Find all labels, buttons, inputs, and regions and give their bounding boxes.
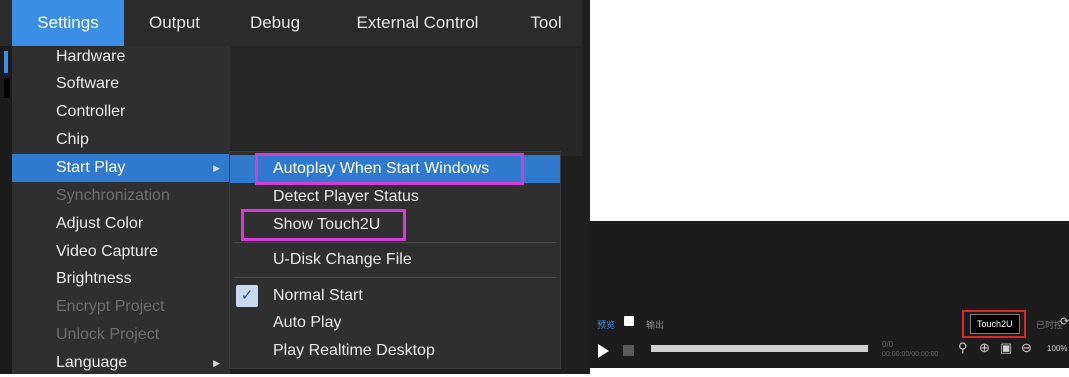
menu-debug[interactable]: Debug [240, 0, 310, 46]
app-window: Settings Output Debug External Control T… [0, 0, 590, 374]
fit-zoom-icon[interactable]: ⚲ [958, 340, 968, 356]
menu-item-chip[interactable]: Chip [12, 126, 230, 154]
menu-separator [234, 277, 556, 278]
submenu-arrow-icon: ▶ [213, 163, 220, 173]
menu-item-start-play[interactable]: Start Play ▶ [12, 154, 230, 182]
menu-item-hardware[interactable]: Hardware [12, 43, 230, 71]
menu-separator [234, 242, 556, 243]
stop-icon[interactable] [623, 345, 634, 356]
refresh-icon[interactable]: ⟳ [1060, 315, 1069, 328]
preview-toggle-icon[interactable] [624, 316, 634, 326]
submenu-item-show-touch2u[interactable]: Show Touch2U [230, 211, 560, 239]
tab-preview[interactable]: 预览 [597, 318, 615, 331]
tab-output[interactable]: 输出 [646, 318, 664, 331]
submenu-item-detect-player-status[interactable]: Detect Player Status [230, 183, 560, 211]
zoom-out-icon[interactable]: ⊖ [1021, 340, 1032, 356]
menu-item-unlock-project: Unlock Project [56, 326, 160, 343]
submenu-item-play-realtime-desktop[interactable]: Play Realtime Desktop [230, 337, 560, 365]
menu-item-language[interactable]: Language ▶ [12, 349, 230, 377]
menu-item-synchronization: Synchronization [56, 187, 170, 204]
timecode: 00:00:00/00:00:00 [882, 351, 939, 358]
menu-item-brightness[interactable]: Brightness [12, 265, 230, 293]
highlight-box-touch2u [962, 310, 1026, 338]
left-panel-edge [0, 46, 12, 374]
menu-external-control[interactable]: External Control [340, 0, 495, 46]
zoom-in-icon[interactable]: ⊕ [979, 340, 990, 356]
selection-marker [4, 51, 8, 73]
panel-marker [4, 78, 10, 98]
menu-item-language-label: Language [56, 354, 128, 371]
menu-tool[interactable]: Tool [516, 0, 576, 46]
settings-dropdown: Hardware Software Controller Chip Start … [12, 46, 230, 374]
actual-size-icon[interactable]: ▣ [1000, 340, 1012, 356]
menu-item-video-capture[interactable]: Video Capture [12, 238, 230, 266]
player-controls: 0/0 00:00:00/00:00:00 ⚲ ⊕ ▣ ⊖ 100% [590, 335, 1069, 368]
menu-settings[interactable]: Settings [12, 0, 124, 46]
zoom-level: 100% [1047, 344, 1068, 353]
menu-item-software[interactable]: Software [12, 70, 230, 98]
menu-bar: Settings Output Debug External Control T… [0, 0, 582, 46]
remote-control-label: 已时控 [1036, 320, 1064, 330]
submenu-item-u-disk-change-file[interactable]: U-Disk Change File [230, 246, 560, 274]
frame-counter: 0/0 [882, 340, 894, 349]
menu-item-adjust-color[interactable]: Adjust Color [12, 210, 230, 238]
submenu-arrow-icon: ▶ [213, 358, 220, 368]
start-play-submenu: Autoplay When Start Windows Detect Playe… [230, 152, 560, 368]
play-icon[interactable] [598, 344, 609, 358]
progress-bar[interactable] [651, 345, 868, 352]
submenu-item-autoplay-when-start-windows[interactable]: Autoplay When Start Windows [230, 155, 560, 183]
menu-item-controller[interactable]: Controller [12, 98, 230, 126]
player-panel: 预览 输出 Touch2U 已时控 ⟳ 0/0 00:00:00/00:00:0… [590, 221, 1069, 368]
menu-item-start-play-label: Start Play [56, 159, 126, 176]
submenu-item-auto-play[interactable]: Auto Play [230, 309, 560, 337]
menu-item-encrypt-project: Encrypt Project [56, 298, 165, 315]
menu-output[interactable]: Output [132, 0, 217, 46]
submenu-item-normal-start[interactable]: Normal Start [230, 282, 560, 310]
workspace-area [230, 46, 582, 156]
